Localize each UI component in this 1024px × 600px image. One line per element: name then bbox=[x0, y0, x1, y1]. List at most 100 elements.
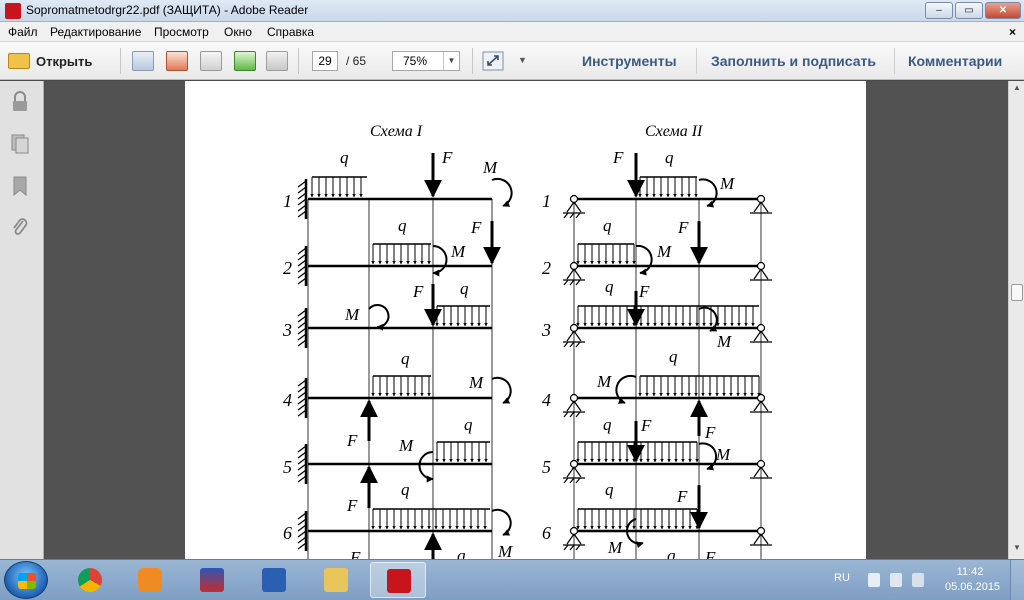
close-button[interactable]: ✕ bbox=[985, 2, 1021, 19]
folder-icon bbox=[324, 568, 348, 592]
toolbar-separator bbox=[894, 48, 895, 74]
label-m: M bbox=[450, 242, 466, 261]
lock-icon[interactable] bbox=[10, 91, 30, 113]
taskbar-xp-app[interactable] bbox=[184, 562, 240, 598]
vertical-scrollbar[interactable]: ▲ ▼ bbox=[1008, 81, 1024, 559]
language-indicator[interactable]: RU bbox=[834, 572, 850, 584]
chevron-down-icon: ▼ bbox=[443, 52, 459, 70]
label-m: M bbox=[497, 542, 513, 559]
label-q: q bbox=[340, 148, 349, 167]
network-icon[interactable] bbox=[912, 573, 924, 587]
label-f: F bbox=[441, 148, 453, 167]
zoom-select[interactable]: 75% ▼ bbox=[392, 51, 460, 71]
label-q: q bbox=[457, 546, 466, 559]
forces-scheme-2 bbox=[627, 153, 708, 530]
upload-icon[interactable] bbox=[234, 51, 256, 71]
scroll-up-icon[interactable]: ▲ bbox=[1011, 83, 1023, 95]
menu-file[interactable]: Файл bbox=[8, 25, 38, 39]
scheme-2-title: Схема II bbox=[645, 123, 703, 140]
taskbar-media-player[interactable] bbox=[122, 562, 178, 598]
windows-logo-icon bbox=[18, 573, 36, 589]
page-total: / 65 bbox=[346, 54, 367, 68]
open-button[interactable]: Открыть bbox=[8, 51, 92, 71]
menu-help[interactable]: Справка bbox=[267, 25, 314, 39]
label-f: F bbox=[349, 548, 361, 559]
sign-icon[interactable] bbox=[200, 51, 222, 71]
clock-time: 11:42 bbox=[956, 566, 984, 578]
label-q: q bbox=[605, 480, 614, 499]
support-hinge bbox=[756, 261, 766, 271]
more-tools-chevron-icon[interactable]: ▼ bbox=[518, 55, 527, 65]
toolbar-separator bbox=[120, 48, 121, 74]
row-number-3: 3 bbox=[541, 320, 551, 340]
scroll-down-icon[interactable]: ▼ bbox=[1011, 543, 1023, 555]
bookmark-icon[interactable] bbox=[10, 175, 30, 197]
pages-icon[interactable] bbox=[10, 133, 30, 155]
moments-scheme-1 bbox=[368, 177, 513, 536]
row-number-6: 6 bbox=[542, 523, 551, 543]
label-f: F bbox=[640, 416, 652, 435]
support-hinge bbox=[756, 323, 766, 333]
fit-page-icon[interactable] bbox=[482, 51, 504, 71]
taskbar-chrome[interactable] bbox=[62, 562, 118, 598]
window-title: Sopromatmetodrgr22.pdf (ЗАЩИТА) - Adobe … bbox=[26, 3, 309, 17]
word-icon bbox=[262, 568, 286, 592]
label-f: F bbox=[346, 496, 358, 515]
menu-bar: Файл Редактирование Просмотр Окно Справк… bbox=[0, 22, 1024, 42]
taskbar-word[interactable] bbox=[246, 562, 302, 598]
support-hinge bbox=[569, 323, 579, 333]
save-icon[interactable] bbox=[266, 51, 288, 71]
row-number-6: 6 bbox=[283, 523, 292, 543]
share-icon[interactable] bbox=[166, 51, 188, 71]
pdf-page: Схема I Схема II 1 2 3 4 5 6 1 2 3 4 5 6 bbox=[185, 81, 866, 559]
row-number-5: 5 bbox=[542, 457, 551, 477]
taskbar: RU 11:42 05.06.2015 bbox=[0, 559, 1024, 600]
create-pdf-icon[interactable] bbox=[132, 51, 154, 71]
fixed-support-walls bbox=[297, 179, 308, 551]
toolbar-separator bbox=[472, 48, 473, 74]
close-document-button[interactable]: × bbox=[1009, 25, 1016, 39]
forces-scheme-1 bbox=[360, 153, 501, 559]
minimize-button[interactable]: – bbox=[925, 2, 953, 19]
title-bar: Sopromatmetodrgr22.pdf (ЗАЩИТА) - Adobe … bbox=[0, 0, 1024, 22]
support-hatch bbox=[563, 411, 581, 418]
label-q: q bbox=[665, 148, 674, 167]
tray-expand-icon[interactable] bbox=[868, 573, 880, 587]
document-viewer[interactable]: Схема I Схема II 1 2 3 4 5 6 1 2 3 4 5 6 bbox=[45, 81, 1008, 559]
label-m: M bbox=[656, 242, 672, 261]
tools-tab[interactable]: Инструменты bbox=[582, 53, 677, 69]
chrome-icon bbox=[78, 568, 102, 592]
row-number-5: 5 bbox=[283, 457, 292, 477]
support-hinge bbox=[569, 526, 579, 536]
scrollbar-thumb[interactable] bbox=[1011, 284, 1023, 301]
page-number-input[interactable]: 29 bbox=[312, 51, 338, 71]
attachment-icon[interactable] bbox=[10, 217, 30, 239]
label-f: F bbox=[612, 148, 624, 167]
label-f: F bbox=[704, 423, 716, 442]
open-label: Открыть bbox=[36, 53, 93, 69]
label-m: M bbox=[398, 436, 414, 455]
toolbar-separator bbox=[696, 48, 697, 74]
label-m: M bbox=[607, 538, 623, 557]
taskbar-file-explorer[interactable] bbox=[308, 562, 364, 598]
label-m: M bbox=[719, 174, 735, 193]
menu-view[interactable]: Просмотр bbox=[154, 25, 209, 39]
label-q: q bbox=[603, 415, 612, 434]
battery-icon[interactable] bbox=[890, 573, 902, 587]
label-m: M bbox=[716, 332, 732, 351]
row-number-4: 4 bbox=[283, 390, 292, 410]
menu-window[interactable]: Окно bbox=[224, 25, 252, 39]
taskbar-adobe-reader[interactable] bbox=[370, 562, 426, 598]
support-hinge bbox=[756, 194, 766, 204]
fill-sign-tab[interactable]: Заполнить и подписать bbox=[711, 53, 876, 69]
row-number-2: 2 bbox=[283, 258, 292, 278]
comments-tab[interactable]: Комментарии bbox=[908, 53, 1002, 69]
support-hinge bbox=[756, 459, 766, 469]
clock[interactable]: 11:42 05.06.2015 bbox=[945, 565, 1000, 595]
maximize-button[interactable]: ▭ bbox=[955, 2, 983, 19]
menu-edit[interactable]: Редактирование bbox=[50, 25, 141, 39]
label-q: q bbox=[401, 480, 410, 499]
media-player-icon bbox=[138, 568, 162, 592]
show-desktop-button[interactable] bbox=[1010, 560, 1024, 600]
start-button[interactable] bbox=[4, 561, 48, 599]
